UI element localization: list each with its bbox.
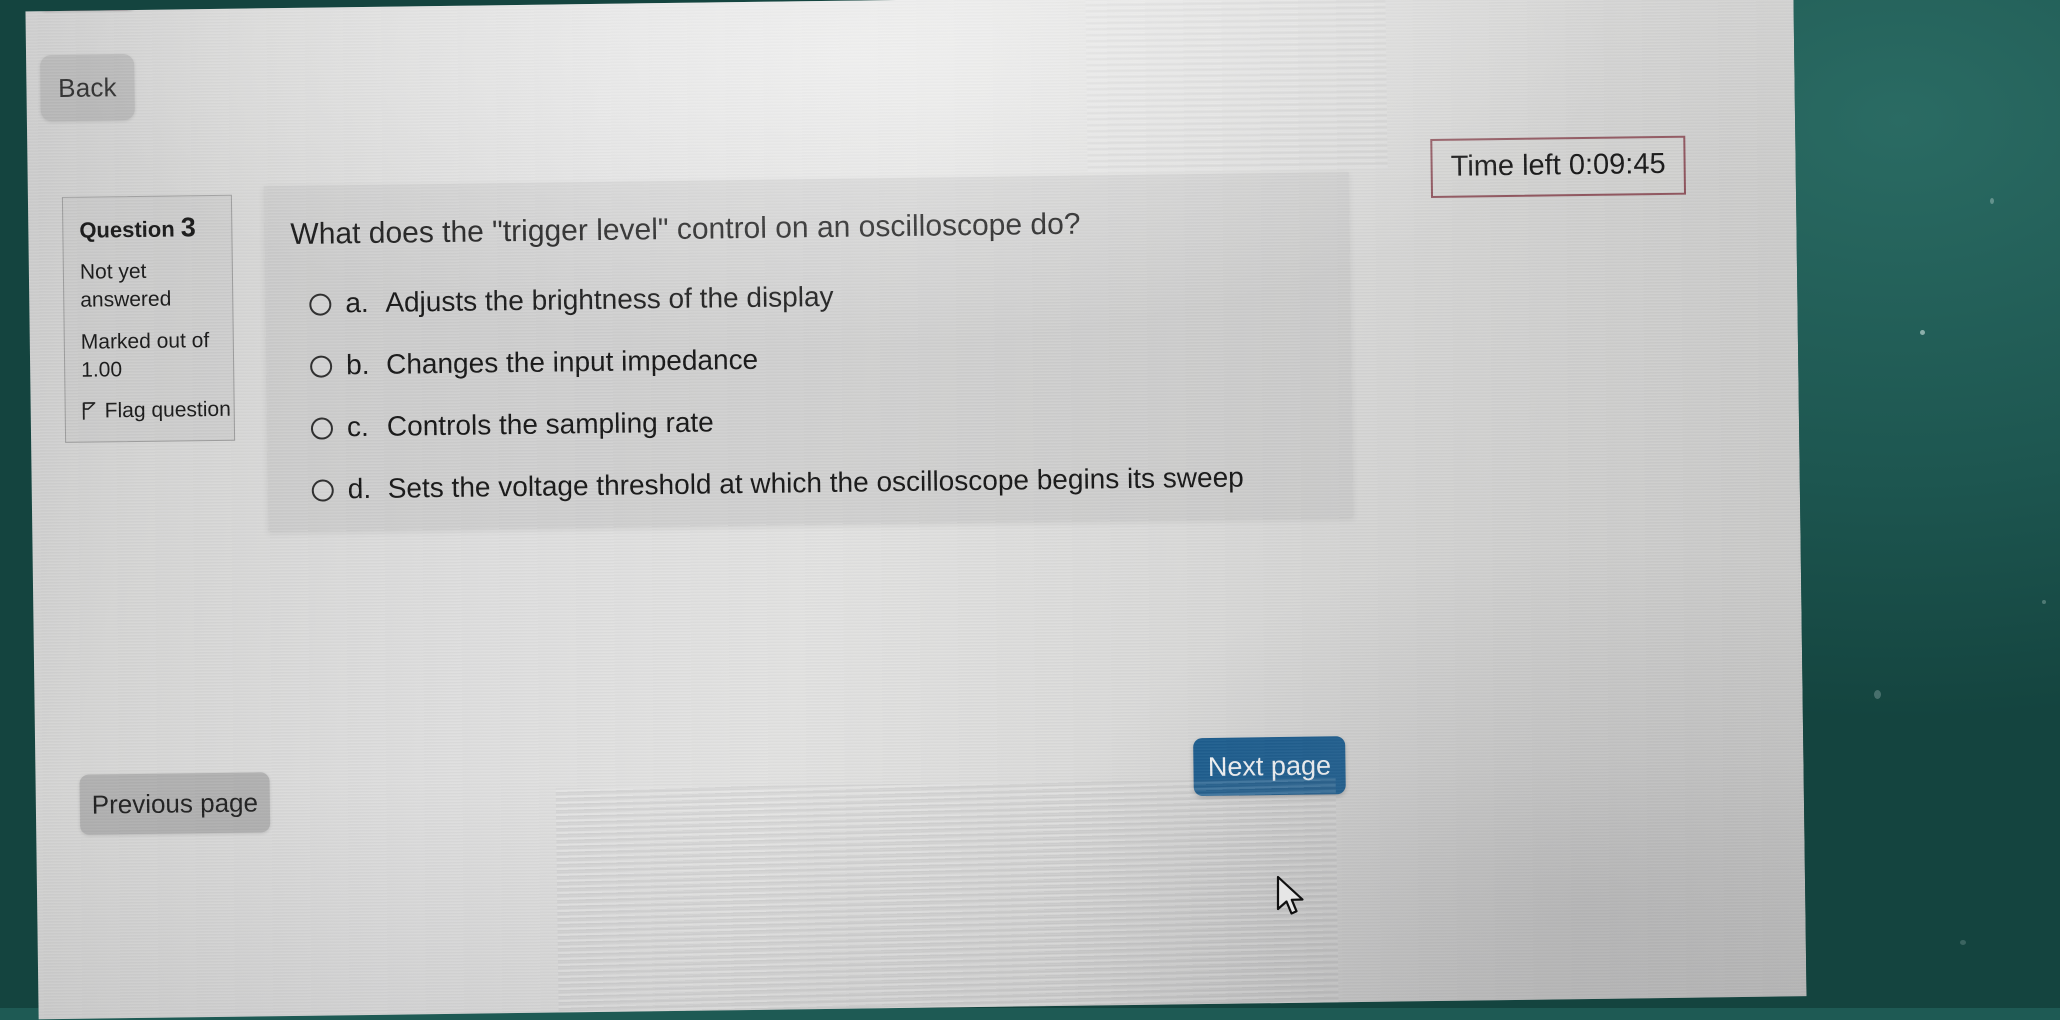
answer-option-b[interactable]: b. Changes the input impedance [310, 338, 1242, 382]
question-number-heading: Question 3 [79, 212, 217, 245]
quiz-page: Back Time left 0:09:45 Question 3 Not ye… [25, 0, 1807, 1020]
flag-question-label: Flag question [104, 397, 231, 423]
question-marks: Marked out of 1.00 [80, 329, 210, 382]
previous-page-button[interactable]: Previous page [79, 772, 271, 835]
answer-text-b: Changes the input impedance [385, 343, 759, 380]
answer-option-d[interactable]: d. Sets the voltage threshold at which t… [311, 461, 1244, 505]
answer-text-c: Controls the sampling rate [386, 406, 714, 442]
answer-letter-a: a. [345, 286, 369, 319]
question-word: Question [79, 216, 175, 243]
answer-options-list: a. Adjusts the brightness of the display… [309, 276, 1244, 536]
radio-button-c[interactable] [310, 416, 334, 440]
monitor-screen: Back Time left 0:09:45 Question 3 Not ye… [0, 0, 1807, 1020]
flag-question-button[interactable]: Flag question [82, 398, 231, 424]
radio-button-a[interactable] [309, 292, 332, 316]
radio-button-d[interactable] [311, 478, 334, 502]
answer-letter-d: d. [347, 472, 372, 505]
flag-icon [82, 402, 97, 421]
question-info-panel: Question 3 Not yet answered Marked out o… [61, 194, 236, 443]
next-page-button[interactable]: Next page [1193, 736, 1346, 797]
back-button[interactable]: Back [40, 53, 135, 122]
answer-text-d: Sets the voltage threshold at which the … [387, 461, 1244, 504]
answer-text-a: Adjusts the brightness of the display [385, 280, 834, 318]
question-status: Not yet answered [79, 259, 172, 312]
mouse-pointer-icon [1275, 875, 1309, 926]
answer-option-c[interactable]: c. Controls the sampling rate [310, 400, 1243, 444]
answer-letter-c: c. [346, 410, 369, 443]
answer-letter-b: b. [345, 348, 370, 381]
time-left-display: Time left 0:09:45 [1430, 135, 1687, 199]
question-number: 3 [180, 212, 197, 243]
radio-button-b[interactable] [310, 354, 333, 378]
